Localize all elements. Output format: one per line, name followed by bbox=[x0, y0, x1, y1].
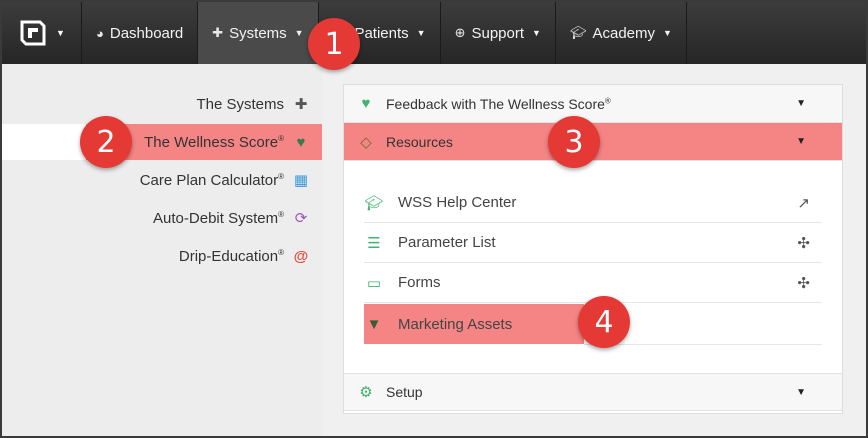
sidebar-item-drip-education[interactable]: Drip-Education® @ bbox=[2, 238, 322, 274]
list-icon: ☰ bbox=[367, 234, 381, 252]
section-label: Resources bbox=[386, 133, 453, 150]
list-item-label: Marketing Assets bbox=[398, 315, 513, 333]
app-frame: ▼ ◕ Dashboard ✚ Systems ▼ ● Patients ▼ ⊕… bbox=[2, 2, 866, 436]
sidebar-item-label: The Systems bbox=[196, 95, 284, 113]
gears-icon: ⚙ bbox=[359, 384, 373, 401]
nav-dashboard-label: Dashboard bbox=[109, 24, 184, 42]
puzzle-icon: ✚ bbox=[294, 96, 308, 113]
sidebar-item-label: Auto-Debit System® bbox=[153, 209, 284, 227]
pinwheel-icon[interactable]: ✣ bbox=[797, 234, 810, 252]
heart-icon: ♥ bbox=[296, 133, 306, 151]
nav-academy-label: Academy bbox=[592, 24, 655, 42]
nav-support[interactable]: ⊕ Support ▼ bbox=[441, 2, 556, 64]
section-feedback-header[interactable]: ♥ Feedback with The Wellness Score® ▼ bbox=[344, 85, 842, 123]
top-navbar: ▼ ◕ Dashboard ✚ Systems ▼ ● Patients ▼ ⊕… bbox=[2, 2, 866, 64]
sidebar-item-the-wellness-score[interactable]: The Wellness Score® ♥ bbox=[2, 124, 322, 160]
sidebar-item-the-systems[interactable]: The Systems ✚ bbox=[2, 86, 322, 122]
nav-systems-label: Systems bbox=[229, 24, 287, 42]
refresh-icon: ⟳ bbox=[294, 210, 308, 227]
folder-open-icon: ▭ bbox=[366, 274, 382, 292]
filter-icon: ▼ bbox=[366, 315, 382, 333]
chevron-down-icon: ▼ bbox=[56, 28, 65, 38]
sidebar-item-label: Drip-Education® bbox=[178, 247, 284, 265]
lifebuoy-icon: ⊕ bbox=[454, 25, 466, 40]
caret-down-icon: ▼ bbox=[796, 136, 806, 147]
section-label: Setup bbox=[386, 384, 423, 400]
divider bbox=[584, 344, 822, 345]
brand-menu[interactable]: ▼ bbox=[2, 2, 82, 64]
pinwheel-icon[interactable]: ✣ bbox=[797, 274, 810, 292]
list-item-label: Forms bbox=[398, 274, 441, 291]
list-item-wss-help-center[interactable]: 🎓︎ WSS Help Center ↗ bbox=[364, 183, 822, 223]
step-badge-2: 2 bbox=[80, 116, 132, 168]
step-badge-1: 1 bbox=[308, 18, 360, 70]
list-item-label: WSS Help Center bbox=[398, 194, 517, 211]
diamond-icon: ◇ bbox=[360, 133, 372, 151]
nav-support-label: Support bbox=[471, 24, 525, 42]
step-badge-4: 4 bbox=[578, 296, 630, 348]
chevron-down-icon: ▼ bbox=[532, 28, 541, 38]
calculator-icon: ▦ bbox=[293, 172, 309, 189]
dashboard-icon: ◕ bbox=[96, 25, 104, 41]
nav-systems[interactable]: ✚ Systems ▼ bbox=[198, 2, 319, 64]
section-label: Feedback with The Wellness Score® bbox=[386, 95, 611, 112]
sidebar-item-label: Care Plan Calculator® bbox=[139, 171, 284, 189]
external-link-icon[interactable]: ↗ bbox=[797, 194, 810, 212]
chevron-down-icon: ▼ bbox=[663, 28, 672, 38]
at-icon: @ bbox=[293, 247, 309, 265]
puzzle-icon: ✚ bbox=[212, 25, 224, 40]
list-item-label: Parameter List bbox=[398, 234, 496, 251]
caret-down-icon: ▼ bbox=[796, 98, 806, 109]
chevron-down-icon: ▼ bbox=[416, 28, 426, 38]
heartbeat-icon: ♥ bbox=[361, 95, 371, 112]
sidebar-item-care-plan-calculator[interactable]: Care Plan Calculator® ▦ bbox=[2, 162, 322, 198]
list-item-marketing-assets[interactable]: ▼ Marketing Assets bbox=[364, 304, 584, 344]
graduation-cap-icon: 🎓︎ bbox=[364, 194, 384, 212]
step-badge-3: 3 bbox=[548, 116, 600, 168]
section-setup-header[interactable]: ⚙ Setup ▼ bbox=[344, 373, 842, 411]
chevron-down-icon: ▼ bbox=[294, 28, 304, 38]
graduation-cap-icon: 🎓︎ bbox=[569, 25, 587, 40]
list-item-parameter-list[interactable]: ☰ Parameter List ✣ bbox=[364, 223, 822, 263]
brand-logo-icon bbox=[20, 20, 46, 46]
nav-academy[interactable]: 🎓︎ Academy ▼ bbox=[556, 2, 687, 64]
sidebar-item-label: The Wellness Score® bbox=[144, 133, 284, 151]
nav-patients-label: Patients bbox=[354, 24, 409, 42]
caret-down-icon: ▼ bbox=[796, 386, 806, 398]
sidebar: The Systems ✚ The Wellness Score® ♥ Care… bbox=[2, 64, 322, 436]
sidebar-item-auto-debit-system[interactable]: Auto-Debit System® ⟳ bbox=[2, 200, 322, 236]
nav-dashboard[interactable]: ◕ Dashboard bbox=[82, 2, 199, 64]
